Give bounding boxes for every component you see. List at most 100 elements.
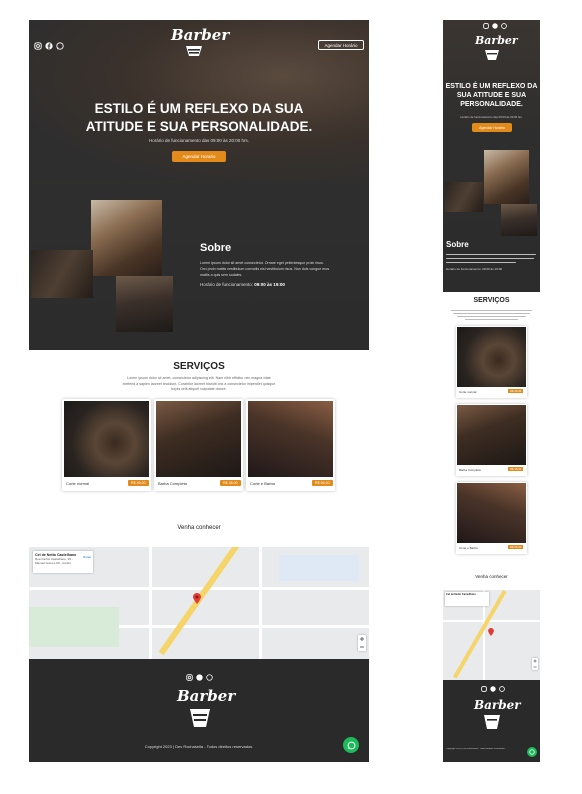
facebook-icon[interactable] [196,674,203,681]
schedule-button-label: Agendar Horário [324,42,358,48]
mobile-footer-social-links [481,686,505,692]
mobile-service-name: Barba Completa [459,468,481,472]
mobile-whatsapp-float-button[interactable] [527,747,537,757]
mobile-collage-left [445,182,483,212]
footer-copyright: Copyright 2023 | Dev Rochaseila - Todos … [144,744,254,749]
mobile-service-price: R$ 35,00 [508,467,524,471]
about-hours: Horário de funcionamento: 09:00 às 19:00 [200,282,285,287]
collage-photo-left [31,250,93,298]
mobile-brand-logo: Barber [475,34,518,64]
mobile-collage-top [484,150,529,204]
about-hours-label: Horário de funcionamento: [200,282,254,287]
service-price: R$ 35,00 [220,480,241,486]
footer: Barber Copyright 2023 | Dev Rochaseila -… [29,659,369,762]
mobile-services-title: SERVIÇOS [473,297,510,304]
mobile-hero-title: ESTILO É UM REFLEXO DA SUA ATITUDE E SUA… [443,82,540,109]
map-pin-icon[interactable] [488,628,494,636]
hero-cta-button[interactable]: Agendar Horario [172,151,226,162]
facebook-icon[interactable] [45,42,53,50]
instagram-icon[interactable] [34,42,42,50]
map-place-card: Cel de Netto Castelhano Rua Carlos Caste… [33,551,93,573]
social-links [34,42,64,50]
mobile-collage-bottom [501,204,537,236]
footer-logo-text: Barber [177,687,236,705]
facebook-icon[interactable] [490,686,496,692]
zoom-in-icon[interactable] [358,635,366,643]
service-card[interactable]: Corte normal R$ 45,00 [62,399,151,491]
service-photo-haircut [64,401,149,477]
whatsapp-icon [529,749,535,755]
map-directions-link[interactable]: Rotas [83,555,91,559]
about-hours-value: 09:00 às 19:00 [254,282,285,287]
whatsapp-icon[interactable] [501,23,507,29]
about-text-line3: mattis a quis sem sodales. [200,273,243,277]
whatsapp-icon[interactable] [206,674,213,681]
mobile-hero-cta[interactable]: Agendar Horario [472,123,512,132]
hero-title-line1: ESTILO É UM REFLEXO DA SUA [94,101,304,116]
mobile-map-embed[interactable]: Cel de Netto Castelhano [443,590,540,680]
service-card[interactable]: Corte e Barba R$ 65,00 [246,399,335,491]
mobile-service-price: R$ 65,00 [508,545,524,549]
services-description-line3: turpis velit aliquet vulputate dolore. [171,387,227,391]
hero-section: Barber Agendar Horário ESTILO É UM REFLE… [29,20,369,350]
zoom-out-icon[interactable] [358,643,366,651]
mobile-service-card[interactable]: Corte e Barba R$ 65,00 [456,482,527,554]
map-title: Venha conhecer [177,525,221,531]
map-place-address: Rua Carlos Castelhano, 99 - Manoel Gomes… [35,557,73,565]
hero-title: ESTILO É UM REFLEXO DA SUA ATITUDE E SUA… [29,100,369,136]
mobile-service-photo-haircut [457,327,526,387]
instagram-icon[interactable] [483,23,489,29]
hero-title-line2: ATITUDE E SUA PERSONALIDADE. [85,119,313,134]
whatsapp-float-button[interactable] [343,737,359,753]
mobile-hero-title-line2: SUA ATITUDE E SUA [456,92,527,99]
service-price: R$ 45,00 [128,480,149,486]
about-text: Lorem ipsum dolor sit amet consectetur. … [200,260,360,278]
hero-hours: Horário de funcionamento das 09:00 às 20… [148,138,250,143]
service-price: R$ 65,00 [312,480,333,486]
mobile-map-title: Venha conhecer [475,574,508,579]
mobile-map-place-title: Cel de Netto Castelhano [446,593,476,596]
mobile-hero-cta-label: Agendar Horario [479,125,505,130]
mobile-about-hours: Horário de funcionamento: 09:00 às 19:00 [446,267,503,271]
mobile-about-title: Sobre [446,240,469,249]
service-card[interactable]: Barba Completa R$ 35,00 [154,399,243,491]
facebook-icon[interactable] [492,23,498,29]
mobile-hero: Barber ESTILO É UM REFLEXO DA SUA ATITUD… [443,20,540,260]
service-photo-cut-and-beard [248,401,333,477]
mobile-service-card[interactable]: Corte normal R$ 45,00 [456,326,527,398]
mobile-footer-copyright: Copyright 2023 | Dev Rochaseila - Todos … [446,748,506,750]
map-embed[interactable]: Cel de Netto Castelhano Rua Carlos Caste… [29,547,369,659]
mobile-footer: Barber Copyright 2023 | Dev Rochaseila -… [443,680,540,762]
mobile-hero-title-line1: ESTILO É UM REFLEXO DA [445,83,538,90]
zoom-out-icon[interactable] [532,664,538,670]
collage-photo-top [91,200,162,276]
mobile-service-photo-beard [457,405,526,465]
instagram-icon[interactable] [186,674,193,681]
instagram-icon[interactable] [481,686,487,692]
whatsapp-icon [347,741,355,749]
service-name: Corte e Barba [250,481,275,486]
about-title: Sobre [200,242,232,254]
whatsapp-icon[interactable] [499,686,505,692]
map-pin-icon[interactable] [193,593,201,604]
mobile-footer-logo: Barber [474,698,521,734]
mobile-service-card[interactable]: Barba Completa R$ 35,00 [456,404,527,476]
mobile-hero-hours: Horário de funcionamento das 09:00 às 20… [460,115,523,119]
mobile-about: Sobre Horário de funcionamento: 09:00 às… [443,236,540,292]
mobile-footer-logo-text: Barber [474,698,521,712]
mobile-service-price: R$ 45,00 [508,389,524,393]
schedule-button[interactable]: Agendar Horário [318,40,364,50]
footer-social-links [186,674,213,681]
mobile-service-name: Corte e Barba [459,546,478,550]
services-description: Lorem ipsum dolor sit amet, consectetur … [29,376,369,393]
footer-logo: Barber [177,687,235,733]
mobile-service-name: Corte normal [459,390,477,394]
service-name: Barba Completa [158,481,187,486]
mobile-hero-title-line3: PERSONALIDADE. [460,101,523,108]
whatsapp-icon[interactable] [56,42,64,50]
mobile-preview: Barber ESTILO É UM REFLEXO DA SUA ATITUD… [443,20,540,762]
collage-photo-bottom [116,276,173,332]
service-photo-beard [156,401,241,477]
mobile-brand-logo-text: Barber [475,34,518,47]
service-name: Corte normal [66,481,90,486]
